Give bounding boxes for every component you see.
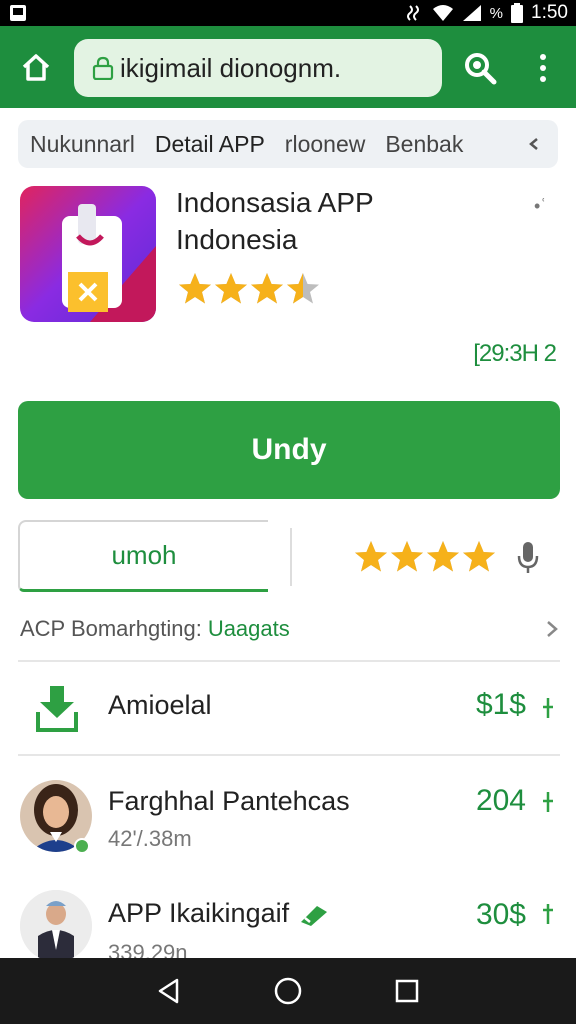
app-size-label: [29:3H 2 xyxy=(473,340,557,367)
avatar xyxy=(20,890,92,962)
browser-toolbar: ikigimail dionognm. xyxy=(0,26,576,108)
app-title: Indonsasia APP Indonesia xyxy=(176,184,496,258)
breadcrumb-tabs: Nukunnarl Detail APP rloonew Benbak xyxy=(18,120,558,168)
more-icon[interactable] xyxy=(542,698,554,718)
tab-4[interactable]: Benbak xyxy=(375,131,473,158)
back-icon xyxy=(159,978,179,1004)
star-icon xyxy=(215,273,247,304)
star-icon xyxy=(287,273,319,304)
app-more-glyph[interactable]: •ʿ xyxy=(534,196,546,217)
menu-dot-icon xyxy=(540,76,546,82)
item-value: 204 xyxy=(475,784,526,817)
vibrate-icon xyxy=(406,5,419,21)
battery-percent: % xyxy=(489,4,504,22)
recents-button[interactable] xyxy=(383,967,431,1015)
star-icon xyxy=(427,541,459,572)
tab-detail-app[interactable]: Detail APP xyxy=(145,131,275,158)
secondary-actions: umoh xyxy=(18,520,560,594)
open-button[interactable]: umoh xyxy=(18,520,268,592)
item-title-text: APP Ikaikingaif xyxy=(108,898,290,928)
notification-icon xyxy=(10,5,26,21)
address-bar[interactable]: ikigimail dionognm. xyxy=(74,39,442,97)
recents-icon xyxy=(395,979,418,1003)
system-nav-bar xyxy=(0,958,576,1024)
battery-icon xyxy=(511,3,524,23)
online-badge xyxy=(74,838,90,854)
collapse-button[interactable] xyxy=(524,134,544,154)
home-button[interactable] xyxy=(16,48,56,88)
info-value: Uaagats xyxy=(207,616,290,641)
download-icon xyxy=(36,686,78,732)
menu-dot-icon xyxy=(540,65,546,71)
list-item[interactable]: APP Ikaikingaif 339.29n 30$ xyxy=(0,888,576,965)
overflow-menu-button[interactable] xyxy=(528,48,558,88)
verified-icon xyxy=(300,905,327,926)
url-text: ikigimail dionognm. xyxy=(120,52,342,83)
home-nav-button[interactable] xyxy=(264,967,312,1015)
star-icon xyxy=(179,273,211,304)
tab-3[interactable]: rloonew xyxy=(275,131,376,158)
circle-home-icon xyxy=(274,977,302,1005)
install-button[interactable]: Undy xyxy=(18,401,560,499)
rate-stars[interactable] xyxy=(354,540,496,574)
home-icon xyxy=(22,54,50,81)
divider xyxy=(290,528,292,586)
search-button[interactable] xyxy=(460,48,500,88)
app-rating-stars xyxy=(178,272,320,306)
app-title-line2: Indonesia xyxy=(176,224,298,255)
tab-1[interactable]: Nukunnarl xyxy=(18,131,145,158)
item-value: $1$ xyxy=(475,688,526,721)
divider xyxy=(18,754,560,756)
item-subtitle: 42'/.38m xyxy=(108,826,192,851)
item-title: APP Ikaikingaif xyxy=(108,898,329,929)
item-value: 30$ xyxy=(475,898,526,931)
status-bar: % 1:50 xyxy=(0,0,576,26)
star-icon xyxy=(391,541,423,572)
menu-dot-icon xyxy=(540,54,546,60)
chevron-right-icon xyxy=(547,621,558,637)
list-item[interactable]: Amioelal $1$ xyxy=(0,674,576,754)
star-icon xyxy=(251,273,283,304)
more-icon[interactable] xyxy=(542,792,554,812)
app-icon xyxy=(20,186,156,322)
item-title: Farghhal Pantehcas xyxy=(108,786,350,816)
lock-icon xyxy=(92,56,114,80)
star-icon xyxy=(355,541,387,572)
star-icon xyxy=(463,541,495,572)
signal-icon xyxy=(462,5,481,21)
chevron-left-icon xyxy=(529,138,538,150)
back-button[interactable] xyxy=(145,967,193,1015)
app-title-line1: Indonsasia APP xyxy=(176,187,374,218)
more-icon[interactable] xyxy=(542,904,554,924)
search-icon xyxy=(465,53,497,85)
microphone-icon[interactable] xyxy=(516,540,540,574)
divider xyxy=(18,660,560,662)
info-label: ACP Bomarhgting: xyxy=(20,616,202,641)
item-title: Amioelal xyxy=(108,690,212,720)
list-item[interactable]: Farghhal Pantehcas 42'/.38m 204 xyxy=(0,778,576,868)
clock: 1:50 xyxy=(531,2,568,23)
info-row[interactable]: ACP Bomarhgting: Uaagats xyxy=(20,612,560,646)
wifi-icon xyxy=(432,5,453,21)
